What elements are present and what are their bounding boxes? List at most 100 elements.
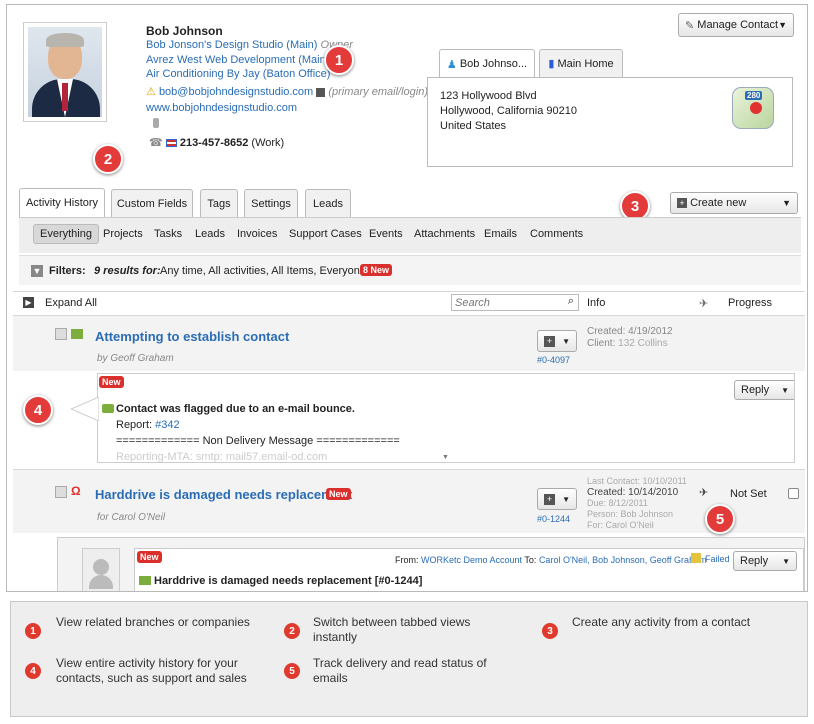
- funnel-icon[interactable]: ▼: [31, 265, 43, 277]
- progress-column-header: Progress: [728, 297, 773, 309]
- report-link[interactable]: #342: [155, 419, 179, 431]
- activity-2-checkbox[interactable]: [788, 488, 799, 499]
- create-new-button[interactable]: + Create new ▼: [670, 192, 798, 214]
- chevron-down-icon: ▼: [782, 556, 790, 566]
- email-icon: [139, 576, 151, 585]
- subtab-comments[interactable]: Comments: [530, 228, 583, 240]
- subtab-events[interactable]: Events: [369, 228, 403, 240]
- expand-all-link[interactable]: Expand All: [45, 297, 97, 309]
- contact-photo: [23, 22, 107, 122]
- reply-button[interactable]: Reply ▼: [734, 380, 794, 400]
- address-tab-bob-label: Bob Johnso...: [459, 58, 528, 70]
- callout-badge-4: 4: [23, 395, 53, 425]
- activity-2-created: Created: 10/14/2010: [587, 487, 679, 498]
- activity-2-for: for Carol O'Neil: [97, 512, 166, 523]
- email-preview-2-container: New From: WORKetc Demo Account To: Carol…: [57, 537, 805, 591]
- activity-filter-bar: Everything Projects Tasks Leads Invoices…: [19, 217, 801, 253]
- plus-icon: +: [677, 198, 687, 208]
- activity-1-id[interactable]: #0-4097: [537, 355, 570, 365]
- filters-label: Filters:: [49, 265, 86, 277]
- from-link[interactable]: WORKetc Demo Account: [421, 555, 522, 565]
- client-label: Client:: [587, 338, 616, 349]
- tab-leads[interactable]: Leads: [305, 189, 351, 217]
- subtab-projects[interactable]: Projects: [103, 228, 143, 240]
- email-link[interactable]: bob@bobjohndesignstudio.com: [159, 86, 313, 98]
- map-icon[interactable]: 280: [732, 87, 774, 129]
- info-column-header: Info: [587, 297, 606, 309]
- tab-settings[interactable]: Settings: [244, 189, 298, 217]
- subtab-emails[interactable]: Emails: [484, 228, 517, 240]
- play-icon[interactable]: ▶: [23, 297, 34, 308]
- legend-number-4: 4: [25, 663, 41, 679]
- legend-number-5: 5: [284, 663, 300, 679]
- activity-1-title[interactable]: Attempting to establish contact: [95, 329, 289, 344]
- phone-icon: ☎: [149, 137, 163, 149]
- delivery-status-failed[interactable]: Failed: [705, 554, 730, 564]
- project-icon: [71, 329, 83, 339]
- tab-custom-fields[interactable]: Custom Fields: [111, 189, 193, 217]
- pin-icon: ✈: [699, 487, 709, 499]
- email-1-delivery: ============= Non Delivery Message =====…: [116, 435, 400, 447]
- new-badge: New: [137, 551, 162, 563]
- activity-2-id[interactable]: #0-1244: [537, 514, 570, 524]
- envelope-warning-icon: [691, 553, 701, 563]
- manage-contact-button[interactable]: ✎ Manage Contact ▼: [678, 13, 794, 37]
- activity-1-action-button[interactable]: + ▼: [537, 330, 577, 352]
- user-icon: [55, 328, 67, 340]
- legend-number-3: 3: [542, 623, 558, 639]
- headset-icon: Ω: [71, 484, 81, 498]
- email-1-subject: Contact was flagged due to an e-mail bou…: [116, 403, 355, 415]
- filters-count: 9 results for:: [94, 265, 161, 277]
- mobile-icon: [153, 118, 159, 128]
- callout-pointer-4: [71, 397, 99, 421]
- email-1-mta: Reporting-MTA: smtp: mail57.email-od.com: [116, 451, 328, 463]
- org-link-1[interactable]: Bob Jonson's Design Studio (Main): [146, 39, 317, 51]
- phone-number[interactable]: 213-457-8652: [180, 137, 249, 149]
- address-line-1: 123 Hollywood Blvd: [440, 90, 537, 102]
- email-1-report-row: Report: #342: [116, 419, 180, 431]
- reply-button[interactable]: Reply ▼: [733, 551, 797, 571]
- legend-text-2: Switch between tabbed views instantly: [313, 615, 471, 644]
- activity-2-action-button[interactable]: + ▼: [537, 488, 577, 510]
- address-tab-bob[interactable]: ♟ Bob Johnso...: [439, 49, 535, 78]
- new-count-badge[interactable]: 8 New: [360, 264, 393, 276]
- activity-2-title[interactable]: Harddrive is damaged needs replacement: [95, 487, 352, 502]
- search-box[interactable]: ⌕: [451, 294, 579, 311]
- activity-row-1[interactable]: Attempting to establish contact by Geoff…: [13, 315, 805, 371]
- phone-row: ☎ 213-457-8652 (Work): [149, 136, 284, 149]
- callout-badge-1: 1: [324, 45, 354, 75]
- legend-text-3: Create any activity from a contact: [572, 615, 751, 629]
- map-highway-badge: 280: [745, 91, 763, 100]
- org-link-3[interactable]: Air Conditioning By Jay (Baton Office): [146, 68, 330, 80]
- client-value[interactable]: 132 Collins: [618, 338, 667, 349]
- email-preview-2[interactable]: New From: WORKetc Demo Account To: Carol…: [134, 548, 804, 591]
- tab-activity-history[interactable]: Activity History: [19, 188, 105, 217]
- contact-name: Bob Johnson: [146, 24, 223, 38]
- activity-2-due: Due: 8/12/2011: [587, 498, 648, 508]
- website-link[interactable]: www.bobjohndesignstudio.com: [146, 102, 297, 114]
- new-badge: New: [99, 376, 124, 388]
- email-preview-1[interactable]: New Reply ▼ Contact was flagged due to a…: [97, 373, 795, 463]
- comment-icon: [102, 404, 114, 413]
- tab-tags[interactable]: Tags: [200, 189, 238, 217]
- subtab-attachments[interactable]: Attachments: [414, 228, 475, 240]
- callout-badge-2: 2: [93, 144, 123, 174]
- copy-icon[interactable]: [316, 87, 326, 97]
- create-new-label: Create new: [690, 197, 747, 209]
- search-input[interactable]: [452, 295, 552, 310]
- expand-down-icon[interactable]: ▼: [442, 454, 449, 461]
- org-link-2[interactable]: Avrez West Web Development (Main): [146, 54, 329, 66]
- subtab-leads[interactable]: Leads: [195, 228, 225, 240]
- subtab-support-cases[interactable]: Support Cases: [289, 228, 362, 240]
- search-icon[interactable]: ⌕: [568, 295, 574, 308]
- activity-row-2[interactable]: Ω Harddrive is damaged needs replacement…: [13, 469, 805, 533]
- subtab-invoices[interactable]: Invoices: [237, 228, 277, 240]
- to-link[interactable]: Carol O'Neil, Bob Johnson, Geoff Graham: [539, 555, 707, 565]
- sender-avatar: [82, 548, 120, 591]
- subtab-everything[interactable]: Everything: [33, 224, 99, 244]
- address-tab-main-home[interactable]: ▮ Main Home: [539, 49, 623, 77]
- filters-criteria[interactable]: Any time, All activities, All Items, Eve…: [160, 265, 366, 277]
- subtab-tasks[interactable]: Tasks: [154, 228, 182, 240]
- legend-text-4: View entire activity history for your co…: [56, 656, 247, 685]
- filters-row: ▼ Filters: 9 results for: Any time, All …: [19, 255, 801, 285]
